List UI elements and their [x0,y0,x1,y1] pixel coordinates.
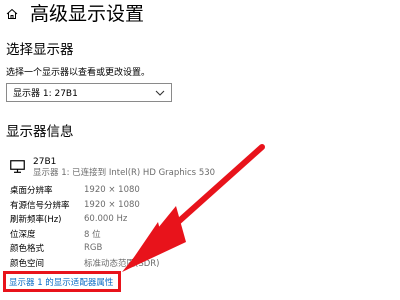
info-value: 60.000 Hz [84,214,128,225]
monitor-icon [10,160,25,173]
info-label: 刷新频率(Hz) [10,215,62,226]
info-value: 1920 × 1080 [84,199,140,210]
display-info-heading: 显示器信息 [6,124,74,140]
chevron-down-icon [155,90,165,96]
adapter-properties-highlight: 显示器 1 的显示适配器属性 [3,271,121,292]
info-row: 位深度 8 位 [10,227,159,242]
display-select-value: 显示器 1: 27B1 [13,89,78,99]
select-display-heading: 选择显示器 [6,42,74,58]
adapter-properties-link[interactable]: 显示器 1 的显示适配器属性 [9,276,113,288]
monitor-description: 显示器 1: 已连接到 Intel(R) HD Graphics 530 [33,168,216,178]
home-icon[interactable] [6,8,18,20]
select-display-instruction: 选择一个显示器以查看或更改设置。 [6,68,151,78]
header: 高级显示设置 [6,1,144,27]
info-value: 1920 × 1080 [84,185,140,196]
info-label: 颜色空间 [10,258,45,269]
info-value: 8 位 [84,229,101,240]
info-row: 桌面分辨率 1920 × 1080 [10,183,159,198]
info-label: 桌面分辨率 [10,186,53,197]
display-select[interactable]: 显示器 1: 27B1 [6,83,172,102]
monitor-name: 27B1 [33,157,57,167]
monitor-summary: 27B1 显示器 1: 已连接到 Intel(R) HD Graphics 53… [10,157,215,179]
info-label: 有源信号分辨率 [10,200,70,211]
info-label: 位深度 [10,229,36,240]
display-info-table: 桌面分辨率 1920 × 1080 有源信号分辨率 1920 × 1080 刷新… [10,183,159,270]
info-row: 颜色格式 RGB [10,241,159,256]
advanced-display-settings-page: 高级显示设置 选择显示器 选择一个显示器以查看或更改设置。 显示器 1: 27B… [0,0,400,300]
info-row: 刷新频率(Hz) 60.000 Hz [10,212,159,227]
info-label: 颜色格式 [10,244,45,255]
info-row: 颜色空间 标准动态范围(SDR) [10,256,159,271]
info-row: 有源信号分辨率 1920 × 1080 [10,198,159,213]
monitor-text: 27B1 显示器 1: 已连接到 Intel(R) HD Graphics 53… [33,157,215,179]
info-value: RGB [84,243,103,254]
page-title: 高级显示设置 [30,3,145,25]
info-value: 标准动态范围(SDR) [84,258,160,269]
